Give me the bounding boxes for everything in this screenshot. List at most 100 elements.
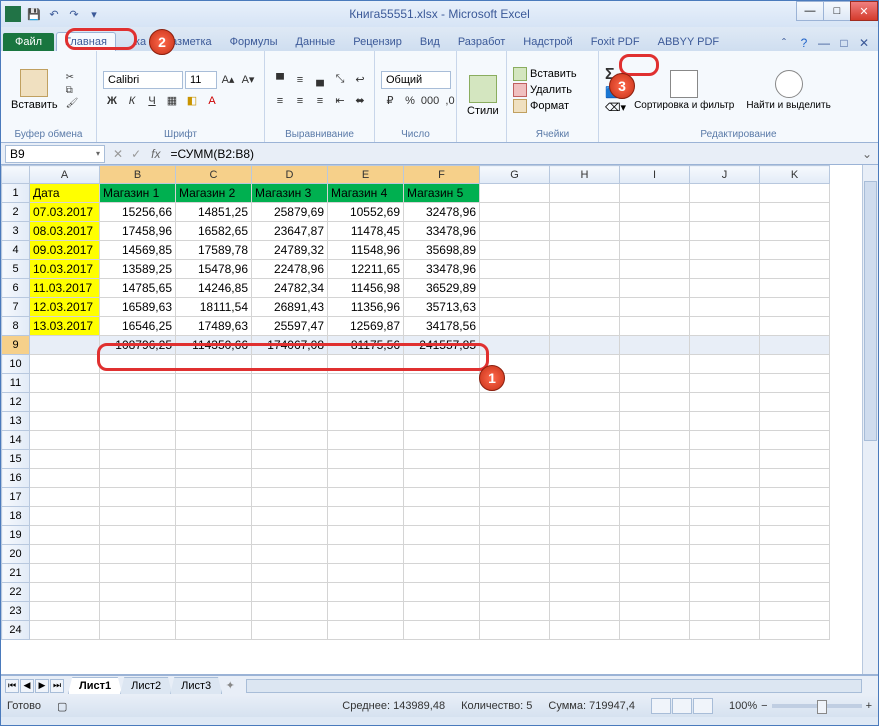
empty-cell[interactable] — [176, 583, 252, 602]
bold-icon[interactable]: Ж — [103, 92, 121, 110]
empty-cell[interactable] — [100, 545, 176, 564]
empty-cell[interactable] — [620, 488, 690, 507]
empty-cell[interactable] — [550, 298, 620, 317]
data-cell[interactable]: 14246,85 — [176, 279, 252, 298]
data-cell[interactable]: 11456,98 — [328, 279, 404, 298]
col-header-C[interactable]: C — [176, 166, 252, 184]
empty-cell[interactable] — [760, 317, 830, 336]
empty-cell[interactable] — [690, 488, 760, 507]
empty-cell[interactable] — [620, 298, 690, 317]
empty-cell[interactable] — [550, 564, 620, 583]
horizontal-scrollbar[interactable] — [246, 679, 862, 693]
empty-cell[interactable] — [30, 412, 100, 431]
row-header[interactable]: 14 — [2, 431, 30, 450]
row-header[interactable]: 3 — [2, 222, 30, 241]
empty-cell[interactable] — [550, 260, 620, 279]
sum-cell[interactable]: 114350,66 — [176, 336, 252, 355]
minimize-button[interactable]: — — [796, 1, 824, 21]
cells-format-button[interactable]: Формат — [513, 99, 577, 113]
empty-cell[interactable] — [30, 393, 100, 412]
row-header[interactable]: 4 — [2, 241, 30, 260]
empty-cell[interactable] — [760, 564, 830, 583]
empty-cell[interactable] — [760, 545, 830, 564]
empty-cell[interactable] — [480, 393, 550, 412]
tab-foxit[interactable]: Foxit PDF — [582, 32, 649, 51]
enter-formula-icon[interactable]: ✓ — [127, 147, 145, 161]
number-format-select[interactable] — [381, 71, 451, 89]
data-cell[interactable]: 14851,25 — [176, 203, 252, 222]
col-header-J[interactable]: J — [690, 166, 760, 184]
maximize-button[interactable]: □ — [823, 1, 851, 21]
empty-cell[interactable] — [480, 545, 550, 564]
empty-cell[interactable] — [100, 488, 176, 507]
align-top-icon[interactable]: ▀ — [271, 71, 289, 89]
tab-data[interactable]: Данные — [287, 32, 345, 51]
align-left-icon[interactable]: ≡ — [271, 92, 289, 110]
empty-cell[interactable] — [620, 602, 690, 621]
empty-cell[interactable] — [176, 469, 252, 488]
date-cell[interactable]: 09.03.2017 — [30, 241, 100, 260]
fill-button[interactable]: 🟦▾ — [605, 86, 626, 99]
col-header-F[interactable]: F — [404, 166, 480, 184]
empty-cell[interactable] — [176, 526, 252, 545]
empty-cell[interactable] — [100, 564, 176, 583]
empty-cell[interactable] — [620, 222, 690, 241]
row-header[interactable]: 17 — [2, 488, 30, 507]
empty-cell[interactable] — [760, 583, 830, 602]
empty-cell[interactable] — [480, 184, 550, 203]
sum-cell[interactable]: 174067,08 — [252, 336, 328, 355]
empty-cell[interactable] — [30, 374, 100, 393]
empty-cell[interactable] — [252, 412, 328, 431]
save-icon[interactable]: 💾 — [25, 5, 43, 23]
row-header[interactable]: 20 — [2, 545, 30, 564]
font-size-select[interactable] — [185, 71, 217, 89]
empty-cell[interactable] — [30, 602, 100, 621]
align-bottom-icon[interactable]: ▄ — [311, 71, 329, 89]
empty-cell[interactable] — [550, 222, 620, 241]
empty-cell[interactable] — [550, 203, 620, 222]
empty-cell[interactable] — [480, 279, 550, 298]
empty-cell[interactable] — [760, 507, 830, 526]
row-header[interactable]: 2 — [2, 203, 30, 222]
empty-cell[interactable] — [404, 431, 480, 450]
empty-cell[interactable] — [252, 355, 328, 374]
empty-cell[interactable] — [620, 431, 690, 450]
empty-cell[interactable] — [550, 355, 620, 374]
empty-cell[interactable] — [100, 602, 176, 621]
data-cell[interactable]: 11356,96 — [328, 298, 404, 317]
currency-icon[interactable]: ₽ — [381, 92, 399, 110]
empty-cell[interactable] — [690, 450, 760, 469]
empty-cell[interactable] — [100, 412, 176, 431]
empty-cell[interactable] — [620, 412, 690, 431]
empty-cell[interactable] — [690, 564, 760, 583]
col-header-G[interactable]: G — [480, 166, 550, 184]
empty-cell[interactable] — [30, 469, 100, 488]
data-cell[interactable]: 17489,63 — [176, 317, 252, 336]
empty-cell[interactable] — [252, 583, 328, 602]
empty-cell[interactable] — [690, 317, 760, 336]
close-button[interactable]: ✕ — [850, 1, 878, 21]
row-header[interactable]: 16 — [2, 469, 30, 488]
name-box[interactable]: B9 ▾ — [5, 145, 105, 163]
underline-icon[interactable]: Ч — [143, 92, 161, 110]
empty-cell[interactable] — [550, 336, 620, 355]
sheet-nav-next-icon[interactable]: ▶ — [35, 679, 49, 693]
format-painter-icon[interactable]: 🖌 — [66, 98, 79, 109]
table-header-cell[interactable]: Магазин 4 — [328, 184, 404, 203]
row-header[interactable]: 13 — [2, 412, 30, 431]
cells-insert-button[interactable]: Вставить — [513, 67, 577, 81]
empty-cell[interactable] — [620, 241, 690, 260]
col-header-I[interactable]: I — [620, 166, 690, 184]
empty-cell[interactable] — [760, 184, 830, 203]
sum-cell[interactable]: 81175,56 — [328, 336, 404, 355]
data-cell[interactable]: 25879,69 — [252, 203, 328, 222]
empty-cell[interactable] — [100, 526, 176, 545]
border-icon[interactable]: ▦ — [163, 92, 181, 110]
row-header[interactable]: 22 — [2, 583, 30, 602]
empty-cell[interactable] — [328, 583, 404, 602]
empty-cell[interactable] — [480, 241, 550, 260]
empty-cell[interactable] — [760, 450, 830, 469]
cut-icon[interactable]: ✂ — [66, 72, 79, 83]
sheet-nav-last-icon[interactable]: ⏭ — [50, 679, 64, 693]
empty-cell[interactable] — [550, 412, 620, 431]
